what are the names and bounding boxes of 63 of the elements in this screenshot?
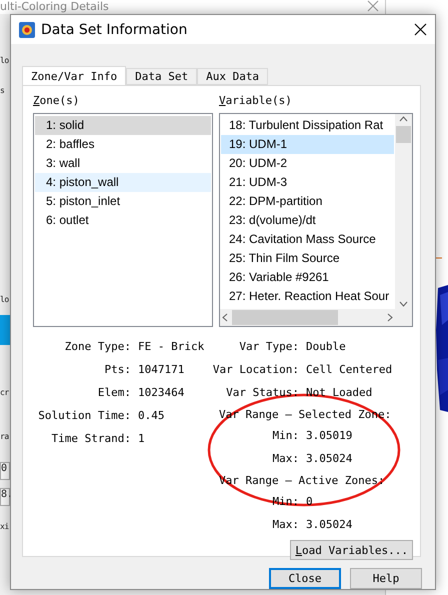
app-icon bbox=[19, 22, 35, 38]
label-fragment: ra bbox=[0, 432, 9, 442]
scrollbar-thumb[interactable] bbox=[232, 310, 338, 325]
list-label: Zone(s) bbox=[33, 94, 80, 109]
horizontal-scrollbar[interactable] bbox=[220, 309, 395, 326]
field-label: Var Status: bbox=[226, 386, 299, 399]
label-fragment: xi bbox=[0, 522, 9, 532]
list-item[interactable]: 19: UDM-1 bbox=[221, 135, 394, 154]
load-variables-button[interactable]: Load Variables... bbox=[290, 540, 413, 560]
input-field[interactable]: 0 bbox=[0, 462, 10, 480]
field-value: 1047171 bbox=[138, 363, 184, 376]
field-label: Min: bbox=[272, 429, 299, 442]
list-item[interactable]: 26: Variable #9261 bbox=[221, 268, 394, 287]
label-fragment: lo bbox=[0, 56, 9, 66]
window-title: Data Set Information bbox=[41, 22, 188, 38]
tab[interactable]: Aux Data bbox=[197, 68, 268, 85]
field-label: Time Strand: bbox=[52, 432, 131, 445]
field-value: Cell Centered bbox=[306, 363, 392, 376]
scrollbar-thumb[interactable] bbox=[396, 126, 411, 143]
window-title: ulti-Coloring Details bbox=[0, 0, 109, 13]
list-item[interactable]: 21: UDM-3 bbox=[221, 173, 394, 192]
list-item[interactable]: 4: piston_wall bbox=[35, 173, 211, 192]
dialog-button[interactable]: Close bbox=[269, 568, 341, 589]
field-value: Double bbox=[306, 340, 346, 353]
field-value: 3.05024 bbox=[306, 518, 352, 531]
label-fragment: s bbox=[0, 86, 4, 96]
zone-list[interactable]: 1: solid 2: baffles 3: wall 4: piston_wall 5: piston_inlet 6: outlet bbox=[33, 113, 213, 327]
list-label: Variable(s) bbox=[219, 94, 293, 109]
list-item[interactable]: 2: baffles bbox=[35, 135, 211, 154]
field-value: 3.05019 bbox=[306, 429, 352, 442]
list-item[interactable]: 6: outlet bbox=[35, 211, 211, 230]
list-item[interactable]: 23: d(volume)/dt bbox=[221, 211, 394, 230]
tab[interactable]: Data Set bbox=[126, 68, 198, 85]
field-label: Solution Time: bbox=[38, 409, 131, 422]
field-label: Pts: bbox=[104, 363, 131, 376]
field-value: 1 bbox=[138, 432, 145, 445]
field-label: Var Type: bbox=[239, 340, 299, 353]
field-value: FE - Brick bbox=[138, 340, 204, 353]
input-field[interactable]: 8. bbox=[0, 488, 10, 506]
vertical-scrollbar[interactable] bbox=[395, 114, 412, 309]
close-icon[interactable] bbox=[414, 23, 427, 36]
list-item[interactable]: 22: DPM-partition bbox=[221, 192, 394, 211]
field-label: Max: bbox=[272, 452, 299, 465]
list-item[interactable]: 1: solid bbox=[35, 116, 211, 135]
dialog-button[interactable]: Help bbox=[350, 568, 422, 589]
field-label: Zone Type: bbox=[64, 340, 131, 353]
list-item[interactable]: 18: Turbulent Dissipation Rat bbox=[221, 116, 394, 135]
list-item[interactable]: 27: Heter. Reaction Heat Sour bbox=[221, 287, 394, 306]
field-label: Elem: bbox=[98, 386, 131, 399]
label-fragment: lo bbox=[0, 295, 9, 305]
list-item[interactable]: 5: piston_inlet bbox=[35, 192, 211, 211]
field-value: 0.45 bbox=[138, 409, 164, 422]
tab[interactable]: Zone/Var Info bbox=[22, 66, 126, 86]
field-value: 1023464 bbox=[138, 386, 184, 399]
list-item[interactable]: 20: UDM-2 bbox=[221, 154, 394, 173]
list-item[interactable]: 24: Cavitation Mass Source bbox=[221, 230, 394, 249]
list-item[interactable]: 3: wall bbox=[35, 154, 211, 173]
label-fragment: cr bbox=[0, 388, 9, 398]
field-label: Max: bbox=[272, 518, 299, 531]
list-item[interactable]: 25: Thin Film Source bbox=[221, 249, 394, 268]
variable-list[interactable]: 18: Turbulent Dissipation Rat 19: UDM-1 20: UDM-2 21: UDM-3 22: DPM-partition 23: d(volume)/dt 24: Cavitation Mass Source 25: Thin Film Source 26: Variable #9261 27: Heter. Reaction Heat Sour bbox=[219, 113, 413, 327]
field-value: 3.05024 bbox=[306, 452, 352, 465]
field-label: Var Location: bbox=[212, 363, 299, 376]
